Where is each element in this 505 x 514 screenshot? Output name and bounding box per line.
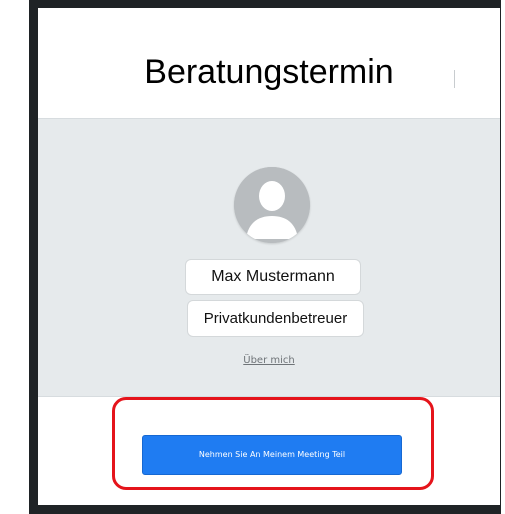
page-header: Beratungstermin: [38, 8, 500, 119]
user-avatar-icon: [234, 167, 310, 243]
advisor-panel: Max Mustermann Privatkundenbetreuer Über…: [38, 119, 500, 396]
about-me-link[interactable]: Über mich: [38, 355, 500, 366]
page-title: Beratungstermin: [144, 53, 394, 91]
join-meeting-button[interactable]: Nehmen Sie An Meinem Meeting Teil: [142, 435, 402, 475]
avatar-silhouette: [234, 167, 310, 243]
header-separator: [454, 70, 455, 88]
advisor-role: Privatkundenbetreuer: [187, 300, 364, 337]
action-footer: Nehmen Sie An Meinem Meeting Teil: [38, 396, 500, 505]
advisor-name: Max Mustermann: [185, 259, 361, 295]
booking-window: Beratungstermin Max Mustermann Privatkun…: [38, 8, 500, 505]
